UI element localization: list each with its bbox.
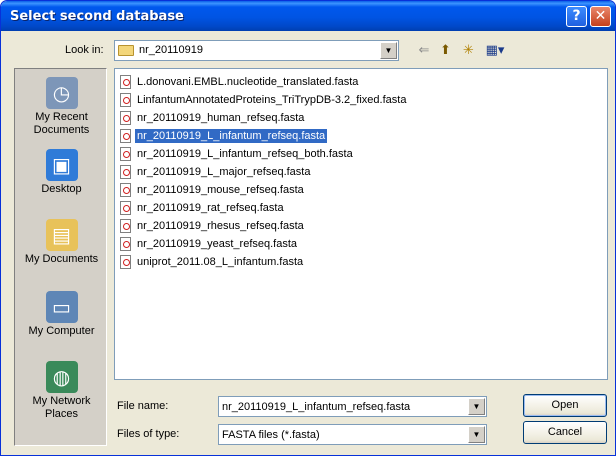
fasta-file-icon — [120, 165, 131, 179]
fasta-file-icon — [120, 219, 131, 233]
place-my-recent-documents[interactable]: ◷ My Recent Documents — [15, 77, 108, 137]
look-in-label: Look in: — [65, 44, 104, 56]
file-name: nr_20110919_mouse_refseq.fasta — [137, 184, 304, 196]
file-type-value: FASTA files (*.fasta) — [222, 429, 320, 441]
file-open-dialog: Select second database ? ✕ Look in: nr_2… — [0, 0, 616, 456]
look-in-value: nr_20110919 — [139, 44, 204, 56]
file-name: L.donovani.EMBL.nucleotide_translated.fa… — [137, 76, 359, 88]
file-name: nr_20110919_L_infantum_refseq.fasta — [133, 128, 329, 144]
chevron-down-icon[interactable]: ▼ — [468, 398, 485, 415]
file-name: nr_20110919_rhesus_refseq.fasta — [137, 220, 304, 232]
place-my-network-places[interactable]: ◍ My Network Places — [15, 361, 108, 421]
place-desktop[interactable]: ▣ Desktop — [15, 149, 108, 196]
file-name: nr_20110919_L_major_refseq.fasta — [137, 166, 311, 178]
new-folder-icon[interactable]: ✳ — [460, 42, 477, 59]
place-label: My Recent Documents — [33, 111, 90, 136]
look-in-dropdown[interactable]: nr_20110919 ▼ — [114, 40, 399, 61]
file-name: uniprot_2011.08_L_infantum.fasta — [137, 256, 304, 268]
folder-documents-icon: ▤ — [45, 219, 78, 251]
fasta-file-icon — [120, 111, 131, 125]
fasta-file-icon — [120, 237, 131, 251]
close-icon: ✕ — [594, 8, 607, 24]
fasta-file-icon — [120, 129, 131, 143]
clock-document-icon: ◷ — [45, 77, 78, 109]
chevron-down-icon[interactable]: ▼ — [468, 426, 485, 443]
title-bar[interactable]: Select second database ? ✕ — [1, 1, 615, 31]
help-button[interactable]: ? — [566, 6, 587, 27]
file-name: LinfantumAnnotatedProteins_TriTrypDB-3.2… — [137, 94, 407, 106]
close-button[interactable]: ✕ — [590, 6, 611, 27]
dialog-title: Select second database — [10, 9, 184, 24]
fasta-file-icon — [120, 201, 131, 215]
fasta-file-icon — [120, 255, 131, 269]
places-bar: ◷ My Recent Documents ▣ Desktop ▤ My Doc… — [14, 68, 107, 446]
fasta-file-icon — [120, 93, 131, 107]
place-label: My Network Places — [32, 395, 91, 420]
place-label: My Documents — [24, 253, 99, 265]
file-name-label: File name: — [117, 400, 169, 412]
back-icon[interactable]: ⇐ — [416, 42, 432, 59]
fasta-file-icon — [120, 147, 131, 161]
chevron-down-icon[interactable]: ▼ — [380, 42, 397, 59]
help-icon: ? — [572, 8, 581, 24]
file-type-select[interactable]: FASTA files (*.fasta) ▼ — [218, 424, 487, 445]
network-globe-icon: ◍ — [45, 361, 78, 393]
file-name: nr_20110919_rat_refseq.fasta — [137, 202, 284, 214]
file-type-label: Files of type: — [117, 428, 180, 440]
place-label: Desktop — [41, 183, 82, 195]
fasta-file-icon — [120, 75, 131, 89]
file-name: nr_20110919_human_refseq.fasta — [137, 112, 305, 124]
desktop-icon: ▣ — [45, 149, 78, 181]
place-label: My Computer — [28, 325, 95, 337]
place-my-computer[interactable]: ▭ My Computer — [15, 291, 108, 338]
file-name-combo[interactable]: nr_20110919_L_infantum_refseq.fasta ▼ — [218, 396, 487, 417]
file-name: nr_20110919_L_infantum_refseq_both.fasta — [137, 148, 353, 160]
view-menu-icon[interactable]: ▦▾ — [483, 42, 507, 59]
file-name: nr_20110919_yeast_refseq.fasta — [137, 238, 298, 250]
place-my-documents[interactable]: ▤ My Documents — [15, 219, 108, 266]
computer-icon: ▭ — [45, 291, 78, 323]
cancel-button[interactable]: Cancel — [523, 421, 607, 444]
open-button[interactable]: Open — [523, 394, 607, 417]
file-name-input[interactable]: nr_20110919_L_infantum_refseq.fasta — [222, 401, 410, 413]
folder-icon — [118, 45, 134, 56]
up-folder-icon[interactable]: ⬆ — [437, 42, 454, 59]
fasta-file-icon — [120, 183, 131, 197]
file-list[interactable]: L.donovani.EMBL.nucleotide_translated.fa… — [114, 68, 608, 380]
